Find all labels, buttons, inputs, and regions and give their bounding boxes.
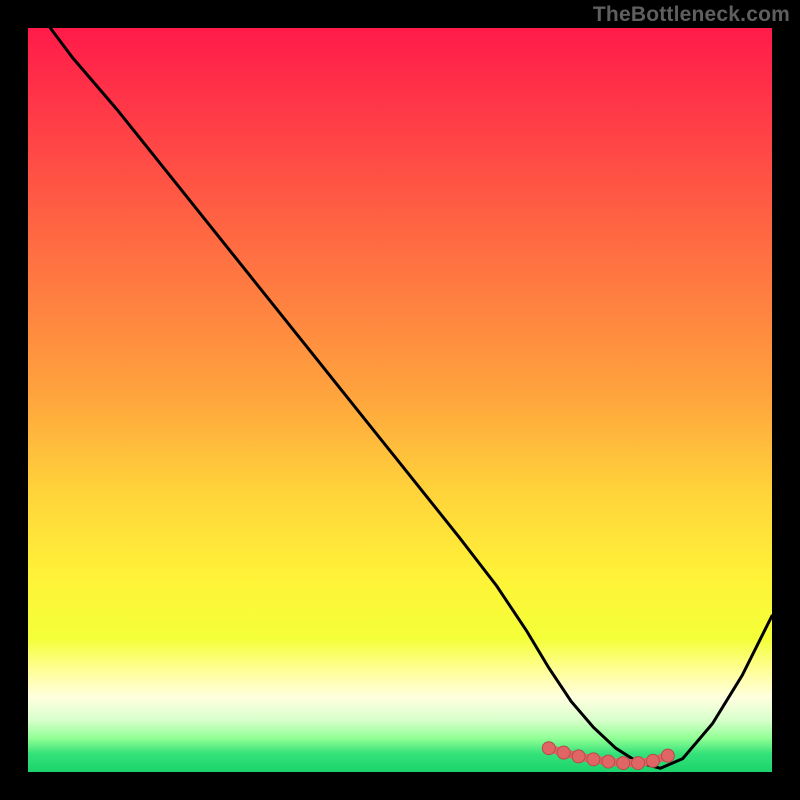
valley-marker [617, 757, 630, 770]
valley-marker [661, 749, 674, 762]
valley-marker [646, 754, 659, 767]
chart-frame: TheBottleneck.com [0, 0, 800, 800]
valley-marker [602, 755, 615, 768]
plot-svg [28, 28, 772, 772]
plot-area [28, 28, 772, 772]
valley-marker [587, 753, 600, 766]
valley-marker [632, 757, 645, 770]
valley-marker [542, 742, 555, 755]
valley-marker [557, 746, 570, 759]
valley-marker [572, 750, 585, 763]
watermark-text: TheBottleneck.com [593, 3, 790, 27]
